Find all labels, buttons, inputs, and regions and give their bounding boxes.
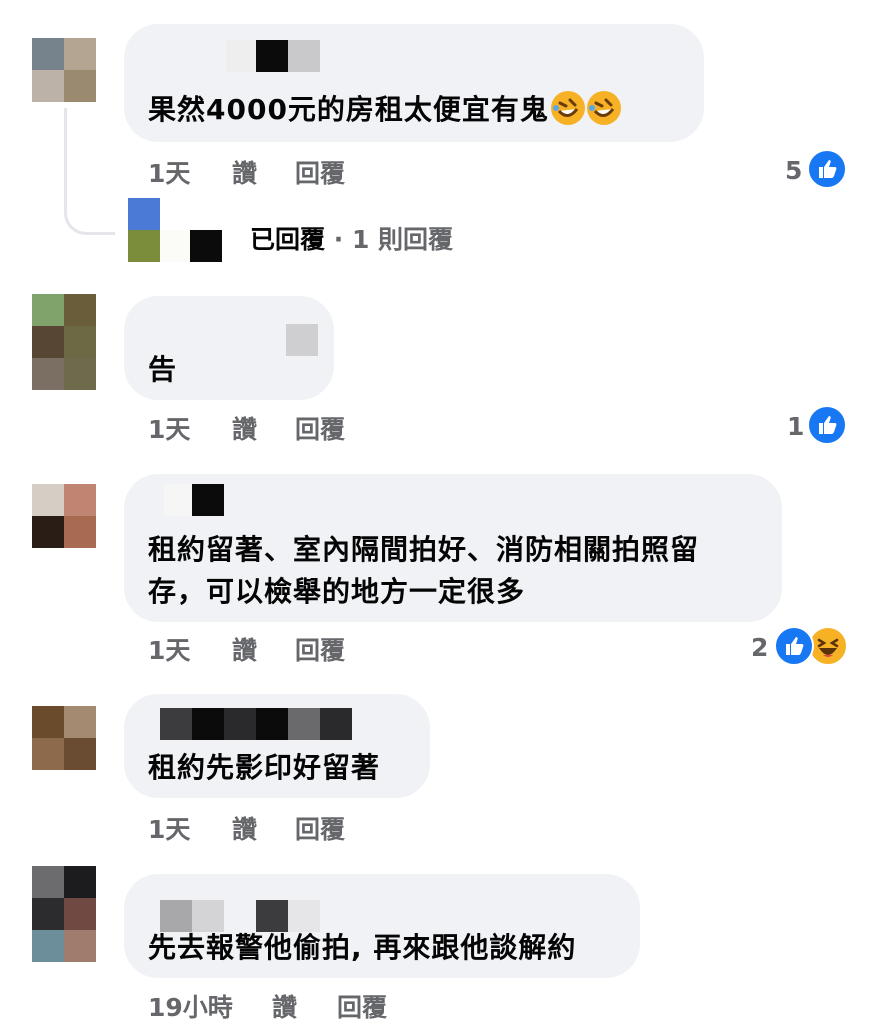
reaction-count[interactable]: 1 (787, 412, 804, 441)
like-icon[interactable] (807, 405, 847, 445)
redacted-author-name (320, 708, 352, 740)
reply-thread-line (64, 108, 115, 235)
avatar[interactable] (32, 866, 96, 962)
redacted-author-name[interactable] (286, 324, 318, 356)
comment-text-line: 租約留著、室內隔間拍好、消防相關拍照留 (148, 533, 700, 566)
comment-meta: 1天 讚 回覆 (148, 631, 448, 665)
redacted-reply-name (160, 230, 190, 262)
redacted-author-name (256, 40, 288, 72)
haha-icon[interactable] (808, 626, 848, 666)
redacted-author-name (192, 484, 224, 516)
redacted-author-name (288, 40, 320, 72)
comment-meta: 1天 讚 回覆 (148, 154, 448, 188)
redacted-author-name (192, 708, 224, 740)
comment-text: 租約先影印好留著 (148, 751, 381, 784)
redacted-author-name[interactable] (226, 40, 256, 72)
reply-button[interactable]: 回覆 (295, 631, 345, 667)
avatar[interactable] (32, 38, 96, 102)
rofl-emoji-icon (550, 91, 585, 125)
comment-bubble: 告 (124, 296, 334, 400)
like-button[interactable]: 讚 (232, 631, 257, 667)
redacted-reply-name (190, 230, 222, 262)
timestamp[interactable]: 1天 (148, 154, 190, 190)
like-button[interactable]: 讚 (272, 988, 297, 1024)
separator: · (333, 225, 344, 254)
reply-button[interactable]: 回覆 (295, 154, 345, 190)
comment-meta: 1天 讚 回覆 (148, 810, 448, 844)
timestamp[interactable]: 1天 (148, 410, 190, 446)
comment-text: 告 (148, 353, 178, 386)
redacted-author-name[interactable] (160, 708, 192, 740)
timestamp[interactable]: 1天 (148, 810, 190, 846)
comment-text: 果然4000元的房租太便宜有鬼 (148, 88, 621, 131)
comment-meta: 1天 讚 回覆 (148, 410, 448, 444)
like-button[interactable]: 讚 (232, 810, 257, 846)
comment-text-line: 存，可以檢舉的地方一定很多 (148, 575, 526, 608)
reaction-count[interactable]: 2 (751, 633, 768, 662)
redacted-author-name[interactable] (164, 484, 192, 516)
timestamp[interactable]: 1天 (148, 631, 190, 667)
comment-bubble: 先去報警他偷拍, 再來跟他談解約 (124, 874, 640, 978)
reply-button[interactable]: 回覆 (295, 410, 345, 446)
reply-button[interactable]: 回覆 (295, 810, 345, 846)
reply-count: 1 則回覆 (351, 225, 454, 254)
comment-meta: 19小時 讚 回覆 (148, 988, 468, 1022)
reply-avatar[interactable] (128, 198, 160, 262)
comment-bubble: 租約留著、室內隔間拍好、消防相關拍照留 存，可以檢舉的地方一定很多 (124, 474, 782, 622)
comment-text: 先去報警他偷拍, 再來跟他談解約 (148, 931, 577, 964)
reply-button[interactable]: 回覆 (337, 988, 387, 1024)
avatar[interactable] (32, 484, 96, 548)
like-button[interactable]: 讚 (232, 154, 257, 190)
reaction-count[interactable]: 5 (785, 156, 802, 185)
like-icon[interactable] (774, 626, 814, 666)
avatar[interactable] (32, 294, 96, 390)
redacted-author-name (256, 708, 288, 740)
avatar[interactable] (32, 706, 96, 770)
like-icon[interactable] (807, 149, 847, 189)
replied-label: 已回覆 (250, 225, 326, 254)
timestamp[interactable]: 19小時 (148, 988, 233, 1024)
comment-bubble: 租約先影印好留著 (124, 694, 430, 798)
like-button[interactable]: 讚 (232, 410, 257, 446)
redacted-author-name (288, 708, 320, 740)
redacted-author-name (224, 708, 256, 740)
rofl-emoji-icon (586, 91, 621, 125)
comment-bubble: 果然4000元的房租太便宜有鬼 (124, 24, 704, 142)
view-replies-link[interactable]: 已回覆 · 1 則回覆 (250, 220, 453, 256)
